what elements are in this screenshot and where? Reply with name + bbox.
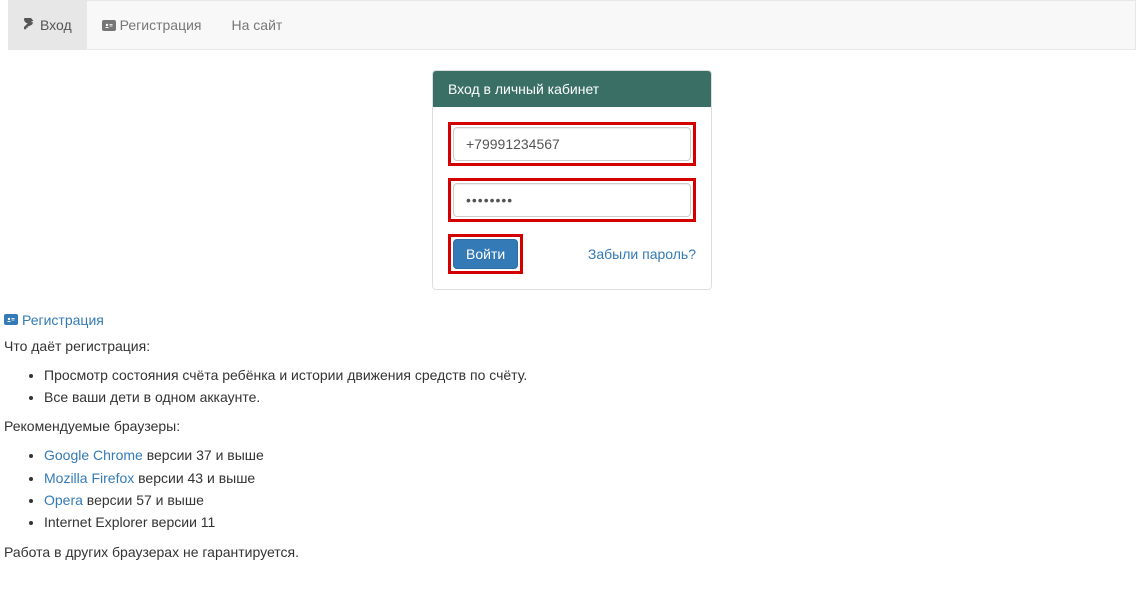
- nav-site-label: На сайт: [232, 15, 283, 35]
- phone-highlight: [448, 122, 696, 166]
- forgot-password-link[interactable]: Забыли пароль?: [588, 246, 696, 262]
- browser-suffix: версии 37 и выше: [143, 447, 264, 463]
- content: Регистрация Что даёт регистрация: Просмо…: [0, 310, 1144, 590]
- browser-suffix: версии 11: [148, 514, 216, 530]
- nav-register-label: Регистрация: [120, 15, 202, 35]
- list-item: Google Chrome версии 37 и выше: [44, 444, 1140, 466]
- login-actions: Войти Забыли пароль?: [448, 234, 696, 274]
- submit-highlight: Войти: [448, 234, 523, 274]
- nav-item-site[interactable]: На сайт: [217, 1, 298, 49]
- browser-link-firefox[interactable]: Mozilla Firefox: [44, 470, 134, 486]
- nav-list: Вход Регистрация На сайт: [9, 1, 1135, 49]
- list-item: Просмотр состояния счёта ребёнка и истор…: [44, 364, 1140, 386]
- registration-link-label: Регистрация: [22, 312, 104, 328]
- key-icon: [24, 15, 36, 35]
- disclaimer: Работа в других браузерах не гарантирует…: [4, 544, 1140, 560]
- phone-input[interactable]: [453, 127, 691, 161]
- list-item: Mozilla Firefox версии 43 и выше: [44, 467, 1140, 489]
- login-panel-title: Вход в личный кабинет: [433, 71, 711, 107]
- nav-item-register[interactable]: Регистрация: [87, 1, 217, 49]
- what-gives-heading: Что даёт регистрация:: [4, 338, 1140, 354]
- password-input[interactable]: [453, 183, 691, 217]
- id-card-icon: [102, 20, 116, 31]
- navbar: Вход Регистрация На сайт: [8, 0, 1136, 50]
- login-panel: Вход в личный кабинет Войти Забыли парол…: [432, 70, 712, 290]
- list-item: Opera версии 57 и выше: [44, 489, 1140, 511]
- id-card-icon: [4, 314, 18, 325]
- browser-link-opera[interactable]: Opera: [44, 492, 83, 508]
- nav-item-login[interactable]: Вход: [9, 1, 87, 49]
- list-item: Internet Explorer версии 11: [44, 511, 1140, 533]
- password-highlight: [448, 178, 696, 222]
- nav-login-label: Вход: [40, 15, 72, 35]
- recommended-browsers-heading: Рекомендуемые браузеры:: [4, 418, 1140, 434]
- list-item: Все ваши дети в одном аккаунте.: [44, 386, 1140, 408]
- login-button[interactable]: Войти: [453, 239, 518, 269]
- login-panel-body: Войти Забыли пароль?: [433, 107, 711, 289]
- registration-link[interactable]: Регистрация: [4, 312, 104, 328]
- browser-suffix: версии 43 и выше: [134, 470, 255, 486]
- registration-benefits-list: Просмотр состояния счёта ребёнка и истор…: [4, 364, 1140, 409]
- browser-link-chrome[interactable]: Google Chrome: [44, 447, 143, 463]
- browser-suffix: версии 57 и выше: [83, 492, 204, 508]
- browsers-list: Google Chrome версии 37 и выше Mozilla F…: [4, 444, 1140, 534]
- browser-name-ie: Internet Explorer: [44, 514, 148, 530]
